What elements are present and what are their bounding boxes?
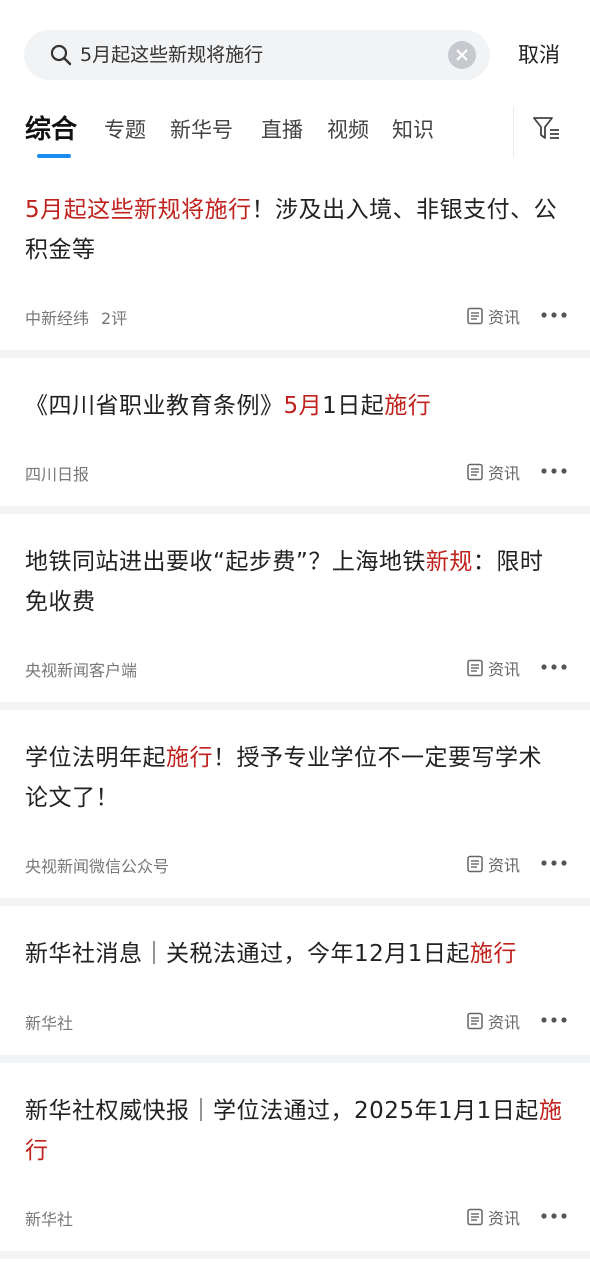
news-title[interactable]: 新华社权威快报｜学位法通过，2025年1月1日起施行 <box>25 1091 565 1171</box>
news-title[interactable]: 5月起这些新规将施行！涉及出入境、非银支付、公积金等 <box>25 190 565 270</box>
more-icon[interactable] <box>541 467 567 475</box>
title-text: 1日 <box>322 393 361 419</box>
item-divider <box>0 506 590 514</box>
content-type-label: 资讯 <box>488 1013 521 1032</box>
news-source: 新华社 <box>25 1206 73 1230</box>
source-name: 央视新闻客户端 <box>25 661 138 680</box>
search-icon <box>50 44 72 66</box>
news-title[interactable]: 学位法明年起施行！授予专业学位不一定要写学术论文了！ <box>25 738 565 818</box>
tab-knowledge[interactable]: 知识 <box>392 110 434 150</box>
search-input[interactable]: 5月起这些新规将施行 <box>24 30 490 80</box>
title-keyword-highlight: 施行 <box>384 393 432 419</box>
content-type-label: 资讯 <box>488 1209 521 1228</box>
content-type-tag: 资讯 <box>466 460 520 484</box>
category-tabs: 综合 专题 新华号 直播 视频 知识 <box>0 100 590 164</box>
item-divider <box>0 1251 590 1259</box>
content-type-label: 资讯 <box>488 308 521 327</box>
news-title[interactable]: 地铁同站进出要收“起步费”？上海地铁新规：限时免收费 <box>25 542 565 622</box>
title-text: 起 <box>360 393 385 419</box>
item-divider <box>0 1055 590 1063</box>
comment-count: 2评 <box>101 309 128 328</box>
content-type-label: 资讯 <box>488 660 521 679</box>
document-icon <box>467 1208 483 1226</box>
tab-live[interactable]: 直播 <box>261 110 303 150</box>
more-icon[interactable] <box>541 311 567 319</box>
news-title[interactable]: 《四川省职业教育条例》5月1日起施行 <box>25 386 565 426</box>
cancel-button[interactable]: 取消 <box>518 30 560 80</box>
content-type-tag: 资讯 <box>466 852 520 876</box>
more-icon[interactable] <box>541 1212 567 1220</box>
content-type-label: 资讯 <box>488 856 521 875</box>
source-name: 中新经纬 <box>25 309 90 328</box>
active-tab-indicator <box>37 154 71 158</box>
more-icon[interactable] <box>541 663 567 671</box>
document-icon <box>467 307 483 325</box>
search-header: 5月起这些新规将施行 取消 <box>0 0 590 100</box>
title-text: 新华社权威快报｜学位法通过，2025年1月1日起 <box>25 1098 539 1124</box>
item-divider <box>0 898 590 906</box>
title-keyword-highlight: 新规 <box>425 549 473 575</box>
tab-topics[interactable]: 专题 <box>104 110 146 150</box>
title-keyword-highlight: 5月 <box>283 393 323 419</box>
news-source: 央视新闻微信公众号 <box>25 853 169 877</box>
content-type-tag: 资讯 <box>466 1009 520 1033</box>
source-name: 四川日报 <box>25 465 90 484</box>
title-text: 地铁同站进出要收“起步费”？上海地铁 <box>25 549 426 575</box>
title-keyword-highlight: 施行 <box>166 745 213 771</box>
content-type-tag: 资讯 <box>466 656 520 680</box>
item-divider <box>0 702 590 710</box>
news-source: 央视新闻客户端 <box>25 657 137 681</box>
content-type-label: 资讯 <box>488 464 521 483</box>
title-text: 新华社消息｜关税法通过，今年12月1日起 <box>25 941 470 967</box>
more-icon[interactable] <box>541 859 567 867</box>
search-query: 5月起这些新规将施行 <box>80 44 264 66</box>
document-icon <box>467 659 483 677</box>
document-icon <box>467 855 483 873</box>
tab-xinhua-accounts[interactable]: 新华号 <box>170 110 233 150</box>
title-keyword-highlight: 施行 <box>469 941 517 967</box>
document-icon <box>467 1012 483 1030</box>
content-type-tag: 资讯 <box>466 304 520 328</box>
filter-icon[interactable] <box>531 114 561 144</box>
news-title[interactable]: 新华社消息｜关税法通过，今年12月1日起施行 <box>25 934 565 974</box>
content-type-tag: 资讯 <box>466 1205 520 1229</box>
item-divider <box>0 350 590 358</box>
source-name: 央视新闻微信公众号 <box>25 857 170 876</box>
tab-divider <box>513 106 514 158</box>
title-keyword-highlight: 5月起这些新规将施行 <box>25 197 252 223</box>
title-text: 《四川省职业教育条例》 <box>25 393 284 419</box>
document-icon <box>467 463 483 481</box>
clear-icon[interactable] <box>448 41 476 69</box>
news-source: 四川日报 <box>25 461 89 485</box>
more-icon[interactable] <box>541 1016 567 1024</box>
title-text: 学位法明年起 <box>25 745 166 771</box>
tab-comprehensive[interactable]: 综合 <box>25 110 77 150</box>
source-name: 新华社 <box>25 1014 74 1033</box>
tab-video[interactable]: 视频 <box>327 110 369 150</box>
news-source: 中新经纬 2评 <box>25 305 127 329</box>
source-name: 新华社 <box>25 1210 74 1229</box>
news-source: 新华社 <box>25 1010 73 1034</box>
